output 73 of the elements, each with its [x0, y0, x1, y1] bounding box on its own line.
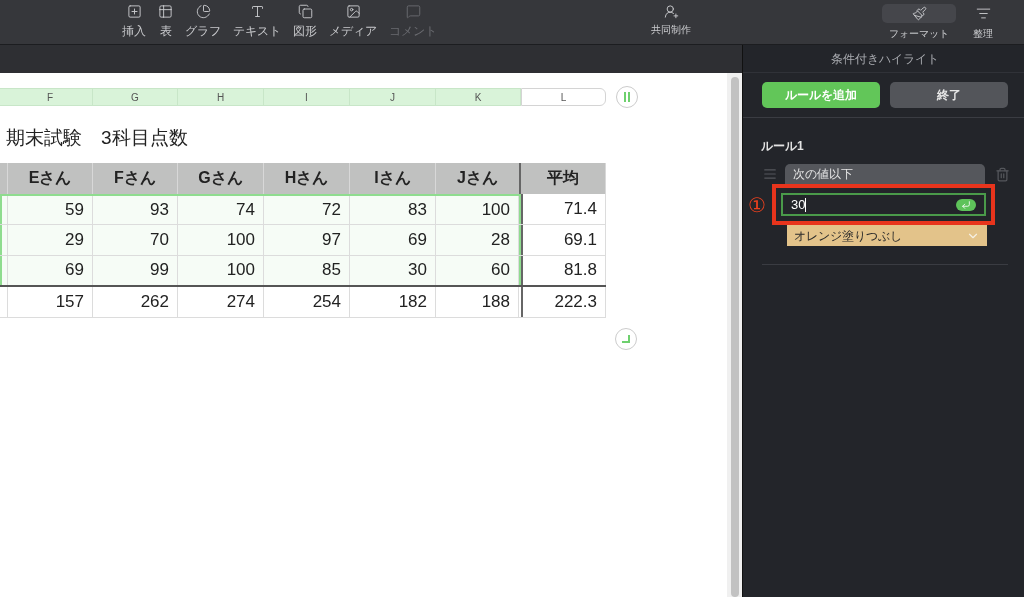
toolbar-button[interactable]: グラフ [179, 0, 227, 40]
header-cell: Eさん [8, 162, 93, 194]
pie-chart-icon [195, 4, 211, 19]
done-button[interactable]: 終了 [890, 82, 1008, 108]
table-cell: 262 [93, 286, 178, 317]
condition-select[interactable]: 次の値以下 [785, 164, 985, 184]
column-header-strip [0, 88, 8, 106]
toolbar-button[interactable]: 整理 [958, 0, 1008, 41]
table-cell: 85 [264, 255, 350, 285]
table-cell: 74 [178, 195, 264, 224]
header-cell: Fさん [93, 162, 178, 194]
scrollbar[interactable] [727, 73, 742, 597]
table-cell: 71.4 [521, 193, 606, 224]
table-cell: 69 [350, 224, 436, 255]
toolbar-button[interactable]: 図形 [287, 0, 323, 40]
table-cell: 274 [178, 286, 264, 317]
column-header[interactable]: F [8, 88, 93, 106]
table-cell: 93 [93, 195, 178, 224]
paintbrush-icon [911, 6, 927, 21]
table-cell: 59 [8, 195, 93, 224]
table-cell: 100 [178, 224, 264, 255]
table-title: 期末試験 3科目点数 [6, 126, 189, 150]
annotation-marker: ① [748, 192, 767, 218]
column-header[interactable]: J [350, 88, 436, 106]
table-cell: 222.3 [521, 286, 606, 317]
column-header[interactable]: I [264, 88, 350, 106]
header-cell: Gさん [178, 162, 264, 194]
trash-icon[interactable] [995, 166, 1010, 182]
table-cell: 188 [436, 286, 519, 317]
column-header[interactable]: H [178, 88, 264, 106]
table-cell: 157 [8, 286, 93, 317]
table-cell: 81.8 [521, 255, 606, 285]
column-header[interactable]: G [93, 88, 178, 106]
table-cell: 30 [350, 255, 436, 285]
table-cell: 72 [264, 195, 350, 224]
drag-handle-icon[interactable] [763, 167, 777, 181]
column-header[interactable]: K [436, 88, 521, 106]
value-field[interactable]: 30 [781, 193, 986, 216]
table-cell: 182 [350, 286, 436, 317]
toolbar-button[interactable]: フォーマット [882, 0, 956, 41]
image-icon [345, 4, 361, 19]
plus-square-icon [126, 4, 142, 19]
table-cell: 99 [93, 255, 178, 285]
table-cell: 100 [436, 195, 519, 224]
toolbar-button[interactable]: 挿入 [116, 0, 152, 40]
table-cell: 70 [93, 224, 178, 255]
toolbar-button[interactable]: 表 [152, 0, 179, 40]
table-icon [158, 4, 173, 19]
toolbar-button[interactable]: テキスト [227, 0, 287, 40]
toolbar-button[interactable]: メディア [323, 0, 383, 40]
table-cell: 97 [264, 224, 350, 255]
table-cell: 69 [8, 255, 93, 285]
header-cell: 平均 [521, 162, 606, 194]
header-cell: Hさん [264, 162, 350, 194]
add-person-icon [663, 4, 679, 19]
text-box-icon [249, 4, 265, 19]
toolbar-button[interactable]: 共同制作 [645, 0, 697, 37]
style-select[interactable]: オレンジ塗りつぶし [787, 225, 987, 246]
table-cell: 100 [178, 255, 264, 285]
table-cell: 83 [350, 195, 436, 224]
rule-title: ルール1 [761, 138, 805, 155]
table-cell: 28 [436, 224, 519, 255]
table-cell: 69.1 [521, 224, 606, 255]
shapes-icon [297, 4, 313, 19]
table-cell: 60 [436, 255, 519, 285]
panel-title: 条件付きハイライト [743, 45, 1024, 73]
table-cell: 254 [264, 286, 350, 317]
column-header[interactable]: L [521, 88, 606, 106]
table-cell: 29 [8, 224, 93, 255]
filter-list-icon [975, 6, 991, 21]
comment-icon [405, 4, 421, 19]
return-icon[interactable] [956, 198, 976, 211]
header-cell: Iさん [350, 162, 436, 194]
